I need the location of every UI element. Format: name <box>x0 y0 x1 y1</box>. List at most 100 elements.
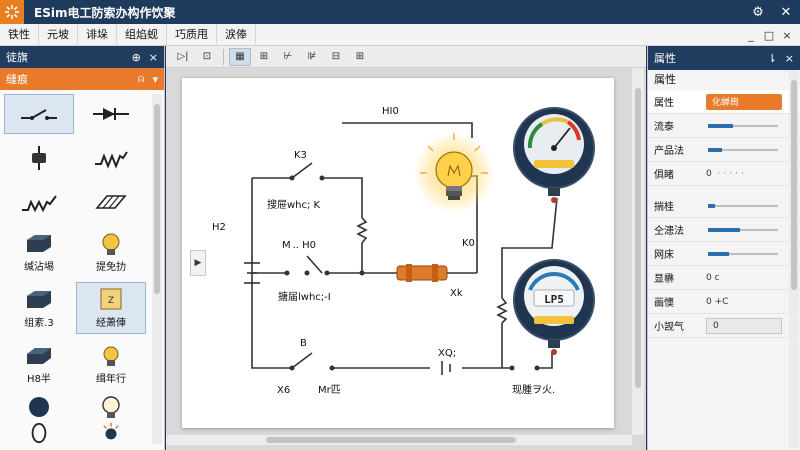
panel-close-icon[interactable]: × <box>785 52 794 65</box>
component-tool-button[interactable]: ⊟ <box>325 48 347 66</box>
minimize-icon[interactable]: _ <box>742 29 760 42</box>
cube-icon <box>27 290 51 308</box>
menu-item-4[interactable]: 组焰蚬 <box>117 23 167 46</box>
component-bulb-small[interactable]: 缉年行 <box>76 338 146 390</box>
pin-icon[interactable]: ⇂ <box>768 52 777 65</box>
prop-slider[interactable] <box>706 142 786 158</box>
fuse-component[interactable] <box>396 264 448 282</box>
library-filter[interactable]: 缝痕 ⍝ ▾ <box>0 68 164 90</box>
library-header: 徒旗 ⊕ × <box>0 46 164 68</box>
frame-button[interactable]: ⊡ <box>196 48 218 66</box>
gauge-meter-1[interactable] <box>513 107 595 203</box>
run-step-button[interactable]: ▷| <box>172 48 194 66</box>
prop-value[interactable]: 0 +C <box>706 294 786 310</box>
prop-slider[interactable] <box>706 198 786 214</box>
component-switch[interactable] <box>4 94 74 134</box>
properties-header: 属性 ⇂ × <box>648 46 800 70</box>
component-bulb[interactable]: 提免扐 <box>76 226 146 278</box>
close-icon[interactable]: ✕ <box>772 0 800 24</box>
component-battery-block[interactable]: 缄沾埸 <box>4 226 74 278</box>
prop-slider[interactable] <box>706 222 786 238</box>
vertical-scrollbar[interactable] <box>632 68 644 435</box>
resistor-r2[interactable] <box>496 288 508 324</box>
title-bar: ESim电工防索办构作饮聚 ⚙ ✕ <box>0 0 800 24</box>
layout-tool-button[interactable]: ⊞ <box>349 48 371 66</box>
component-label: 组紊.3 <box>24 317 54 329</box>
maximize-icon[interactable]: □ <box>760 29 778 42</box>
junction-tool-button[interactable]: ⊯ <box>301 48 323 66</box>
prop-row[interactable]: 仝漶法 ▾ <box>648 218 800 242</box>
chevron-down-icon[interactable]: ▾ <box>152 73 158 86</box>
gear-icon[interactable]: ⚙ <box>744 0 772 24</box>
prop-slider[interactable] <box>706 118 786 134</box>
component-cube[interactable]: 组紊.3 <box>4 282 74 334</box>
ring-icon <box>31 422 47 444</box>
prop-row[interactable]: 画懊 0 +C ▾ <box>648 290 800 314</box>
window-title: ESim电工防索办构作饮聚 <box>34 5 176 20</box>
prop-row[interactable]: 显楙 0 c ▾ <box>648 266 800 290</box>
prop-row[interactable]: 俱睹 0 ····· ▾ <box>648 162 800 186</box>
light-bulb[interactable] <box>414 133 494 213</box>
menu-item-3[interactable]: 诽垛 <box>78 23 117 46</box>
menu-item-6[interactable]: 涙俸 <box>217 23 256 46</box>
component-box[interactable]: H8半 <box>4 338 74 390</box>
label-h2: H2 <box>212 222 226 233</box>
scroll-thumb[interactable] <box>791 80 797 290</box>
slider-fill <box>708 251 729 256</box>
slider-fill <box>708 227 740 232</box>
user-icon[interactable]: ⍝ <box>138 72 145 86</box>
label-m-h0: M .. H0 <box>282 240 316 251</box>
component-led[interactable] <box>76 422 146 444</box>
label-b: B <box>300 338 307 349</box>
component-fuse-block[interactable] <box>76 182 146 222</box>
menu-item-2[interactable]: 元坡 <box>39 23 78 46</box>
prop-value[interactable]: 0 ····· <box>706 166 786 182</box>
scroll-thumb[interactable] <box>266 437 516 443</box>
prop-select[interactable]: 0 <box>706 317 782 334</box>
toolbar-divider <box>223 48 224 65</box>
component-inductor[interactable] <box>4 182 74 222</box>
resistor-r1[interactable] <box>356 217 368 244</box>
panel-close-icon[interactable]: × <box>149 51 158 64</box>
close-doc-icon[interactable]: × <box>778 29 796 42</box>
component-label: 经萧俥 <box>96 317 126 329</box>
battery-b2[interactable] <box>441 361 451 375</box>
component-resistor[interactable] <box>76 138 146 178</box>
horizontal-scrollbar[interactable] <box>166 435 632 445</box>
prop-slider[interactable] <box>706 246 786 262</box>
component-bulb-outline[interactable] <box>76 394 146 420</box>
component-circle[interactable] <box>4 394 74 420</box>
play-icon[interactable]: ▶ <box>190 250 206 276</box>
prop-label: 俱睹 <box>654 170 674 181</box>
prop-row[interactable]: 小觊气 0 ▾ <box>648 314 800 338</box>
add-grid-button[interactable]: ⊞ <box>253 48 275 66</box>
pin-icon[interactable]: ⊕ <box>132 51 141 64</box>
box-icon <box>27 347 51 364</box>
switch-bottom[interactable] <box>289 352 335 371</box>
prop-row[interactable]: 网床 ▾ <box>648 242 800 266</box>
properties-scrollbar[interactable] <box>789 70 799 448</box>
switch-k3[interactable] <box>289 162 325 181</box>
menu-item-1[interactable]: 铁性 <box>0 23 39 46</box>
wire-tool-button[interactable]: ⊬ <box>277 48 299 66</box>
schematic-sheet[interactable]: K3 搜屉whc; K H2 M .. H0 搪届lwhc;-I Xk HI0 … <box>182 78 614 428</box>
component-diode[interactable] <box>76 94 146 134</box>
component-tool[interactable]: Z 经萧俥 <box>76 282 146 334</box>
grid-button[interactable]: ▦ <box>229 47 251 66</box>
scroll-thumb[interactable] <box>154 104 160 294</box>
slider-fill <box>708 147 722 152</box>
scroll-thumb[interactable] <box>635 88 641 388</box>
library-scrollbar[interactable] <box>152 94 162 444</box>
schematic-canvas[interactable]: K3 搜屉whc; K H2 M .. H0 搪届lwhc;-I Xk HI0 … <box>166 68 646 450</box>
menu-item-5[interactable]: 巧质甩 <box>167 23 217 46</box>
gauge-meter-2[interactable]: LP5 <box>513 259 595 355</box>
switch-mid[interactable] <box>284 255 330 276</box>
prop-row[interactable]: 产品法 ▾ <box>648 138 800 162</box>
component-capacitor[interactable] <box>4 138 74 178</box>
prop-row[interactable]: 属性 化蝉崗 ▾ <box>648 90 800 114</box>
prop-value[interactable]: 0 c <box>706 270 786 286</box>
prop-row[interactable]: 流泰 ▾ <box>648 114 800 138</box>
prop-row[interactable]: 揣桂 ▾ <box>648 194 800 218</box>
component-ring[interactable] <box>4 422 74 444</box>
prop-select[interactable]: 化蝉崗 <box>706 93 782 110</box>
